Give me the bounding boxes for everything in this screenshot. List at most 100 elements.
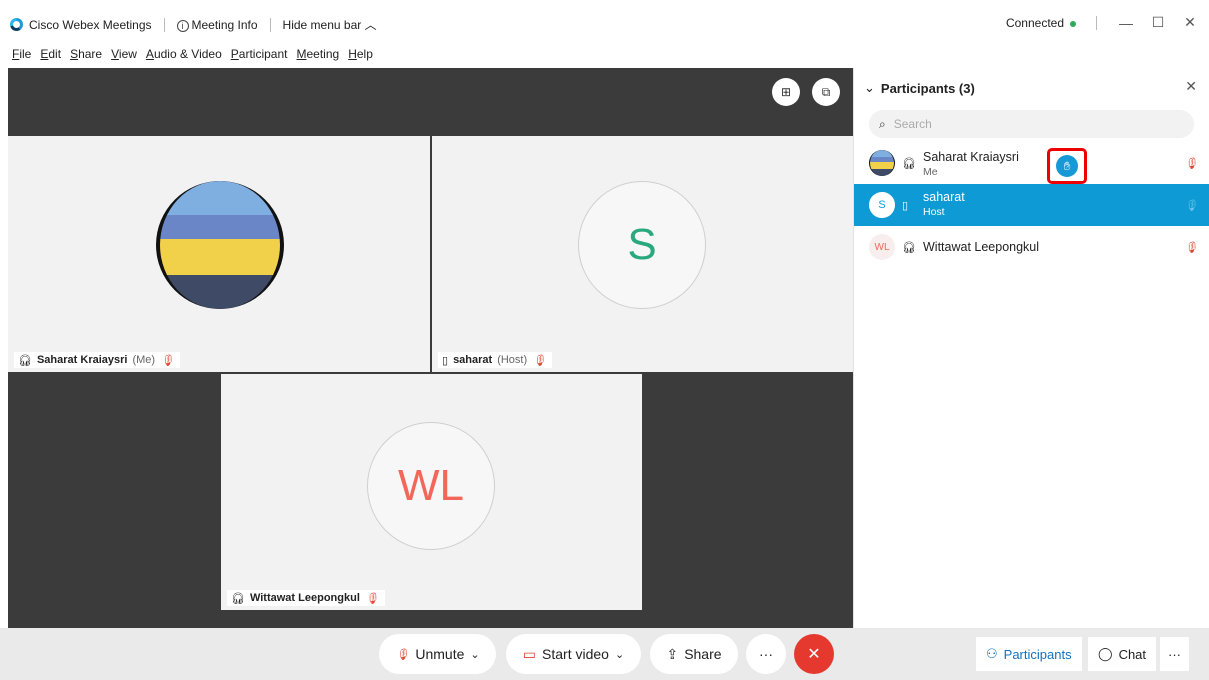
webex-logo-icon: [10, 18, 23, 31]
chevron-up-icon: ︿: [364, 18, 377, 32]
maximize-button[interactable]: ☐: [1149, 14, 1167, 31]
minimize-button[interactable]: —: [1117, 15, 1135, 31]
headset-icon: 🎧︎: [902, 157, 916, 170]
menu-participant[interactable]: Participant: [231, 47, 288, 61]
hide-menu-bar-label: Hide menu bar: [282, 18, 362, 32]
close-panel-button[interactable]: ✕: [1185, 78, 1197, 95]
chevron-down-icon: ⌄: [614, 648, 625, 661]
search-placeholder: Search: [893, 117, 932, 131]
participants-toggle-button[interactable]: ⚇ Participants: [976, 637, 1082, 671]
muted-mic-icon[interactable]: 🎙︎: [1184, 199, 1198, 212]
chat-bubble-icon: ◯: [1098, 646, 1113, 661]
start-video-button[interactable]: ▭ Start video ⌄: [506, 634, 641, 674]
menu-audio-video[interactable]: Audio & Video: [146, 47, 222, 61]
menu-meeting[interactable]: Meeting: [297, 47, 340, 61]
headset-icon: 🎧︎: [902, 241, 916, 254]
participants-label: Participants: [1003, 646, 1072, 662]
close-window-button[interactable]: ✕: [1181, 14, 1199, 31]
share-button[interactable]: ⇪ Share: [650, 634, 738, 674]
mobile-device-icon: ▯: [902, 199, 909, 212]
start-video-label: Start video: [542, 646, 609, 662]
video-tile-wittawat-leepongkul[interactable]: WL 🎧︎ Wittawat Leepongkul 🎙︎: [221, 374, 642, 610]
participant-name: saharat: [923, 190, 965, 204]
participants-panel: ⌄ Participants (3) ✕ ⌕ Search 🎧︎ Saharat…: [853, 68, 1209, 628]
avatar: S: [869, 192, 895, 218]
search-icon: ⌕: [879, 116, 886, 131]
participant-role: Me: [923, 166, 938, 178]
menu-bar: File Edit Share View Audio & Video Parti…: [12, 47, 373, 61]
muted-mic-icon: 🎙︎: [532, 354, 547, 367]
tile-name-label: 🎧︎ Wittawat Leepongkul 🎙︎: [227, 590, 385, 606]
tile-tag: (Me): [132, 354, 156, 366]
participant-row[interactable]: WL 🎧︎ Wittawat Leepongkul 🎙︎: [854, 226, 1209, 268]
menu-edit[interactable]: Edit: [40, 47, 61, 61]
app-title: Cisco Webex Meetings: [29, 17, 152, 32]
close-icon: ✕: [807, 646, 821, 663]
person-icon: ⚇: [986, 646, 998, 661]
raised-hand-highlight: ✋︎: [1047, 148, 1087, 184]
title-bar-left: Cisco Webex Meetings i Meeting Info Hide …: [10, 16, 377, 33]
more-icon: ···: [759, 646, 773, 662]
tile-name: saharat: [453, 354, 493, 366]
participant-name: Wittawat Leepongkul: [923, 240, 1040, 254]
tile-name: Saharat Kraiaysri: [36, 354, 128, 366]
stack-view-icon: ⧉: [821, 84, 831, 99]
more-panels-button[interactable]: ···: [1160, 637, 1189, 671]
meeting-info-button[interactable]: i Meeting Info: [176, 17, 258, 32]
chevron-down-icon: ⌄: [864, 80, 875, 95]
tile-name: Wittawat Leepongkul: [249, 592, 360, 604]
share-icon: ⇪: [666, 645, 679, 662]
headset-icon: 🎧︎: [18, 354, 32, 367]
participant-search-input[interactable]: ⌕ Search: [869, 110, 1194, 138]
grid-icon: ⊞: [780, 85, 792, 99]
tile-tag: (Host): [497, 354, 528, 366]
meeting-controls-bar: 🎙︎ Unmute ⌄ ▭ Start video ⌄ ⇪ Share ··· …: [0, 628, 1209, 680]
muted-mic-icon: 🎙︎: [395, 648, 410, 661]
participant-row[interactable]: 🎧︎ Saharat Kraiaysri Me ✋︎ 🎙︎: [854, 142, 1209, 184]
leave-meeting-button[interactable]: ✕: [794, 634, 834, 674]
mobile-device-icon: ▯: [442, 354, 449, 367]
chat-button[interactable]: ◯ Chat: [1088, 637, 1157, 671]
menu-file[interactable]: File: [12, 47, 31, 61]
video-off-icon: ▭: [522, 645, 537, 662]
tile-name-label: ▯ saharat (Host) 🎙︎: [438, 352, 553, 368]
grid-layout-button[interactable]: ⊞: [772, 78, 800, 106]
participant-name: Saharat Kraiaysri: [923, 150, 1019, 164]
chat-label: Chat: [1118, 646, 1147, 662]
status-dot-icon: [1070, 20, 1076, 27]
switch-view-button[interactable]: ⧉: [812, 78, 840, 106]
chevron-down-icon: ⌄: [470, 648, 480, 661]
video-stage: ⊞ ⧉ 🎧︎ Saharat Kraiaysri (Me) 🎙︎ S ▯ sah…: [8, 68, 853, 628]
tile-name-label: 🎧︎ Saharat Kraiaysri (Me) 🎙︎: [14, 352, 181, 368]
meeting-info-label: Meeting Info: [191, 17, 258, 32]
participant-row[interactable]: S ▯ saharat Host 🎙︎: [854, 184, 1209, 226]
connection-status-label: Connected: [1005, 15, 1064, 30]
unmute-button[interactable]: 🎙︎ Unmute ⌄: [379, 634, 496, 674]
raised-hand-icon[interactable]: ✋︎: [1056, 155, 1078, 177]
unmute-label: Unmute: [415, 646, 465, 662]
participants-header[interactable]: ⌄ Participants (3): [864, 80, 975, 96]
muted-mic-icon: 🎙︎: [364, 592, 379, 605]
hide-menu-bar-button[interactable]: Hide menu bar ︿: [283, 16, 377, 33]
divider: [269, 17, 271, 32]
avatar-initials: WL: [367, 422, 495, 550]
muted-mic-icon[interactable]: 🎙︎: [1184, 241, 1198, 254]
menu-share[interactable]: Share: [70, 47, 102, 61]
menu-view[interactable]: View: [111, 47, 137, 61]
avatar: [869, 150, 895, 176]
info-icon: i: [176, 19, 189, 32]
more-options-button[interactable]: ···: [746, 634, 786, 674]
participant-role: Host: [923, 206, 945, 218]
divider: [163, 17, 165, 32]
video-tile-saharat-kraiaysri[interactable]: 🎧︎ Saharat Kraiaysri (Me) 🎙︎: [8, 136, 430, 372]
avatar: WL: [869, 234, 895, 260]
title-bar: Cisco Webex Meetings i Meeting Info Hide …: [0, 0, 1209, 44]
participants-title: Participants (3): [880, 80, 975, 96]
share-label: Share: [684, 646, 722, 662]
headset-icon: 🎧︎: [231, 592, 245, 605]
title-bar-right: Connected — ☐ ✕: [1006, 14, 1199, 31]
video-tile-saharat[interactable]: S ▯ saharat (Host) 🎙︎: [432, 136, 853, 372]
muted-mic-icon: 🎙︎: [160, 354, 175, 367]
muted-mic-icon[interactable]: 🎙︎: [1184, 157, 1198, 170]
menu-help[interactable]: Help: [348, 47, 373, 61]
